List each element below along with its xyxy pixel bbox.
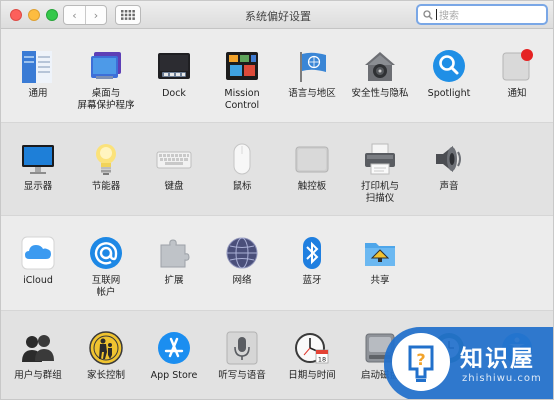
- title-bar: ‹ › 系统偏好设置 搜索: [1, 1, 553, 29]
- pane-label: 蓝牙: [302, 275, 322, 286]
- svg-text:18: 18: [318, 356, 326, 364]
- energy-saver-bulb-icon: [96, 144, 116, 175]
- pane-extensions[interactable]: 扩展: [140, 235, 208, 287]
- watermark-brand: 知识屋: [460, 346, 535, 372]
- date-time-clock-icon: 18: [295, 333, 329, 364]
- pane-parental-controls[interactable]: 家长控制: [72, 330, 140, 382]
- pane-trackpad[interactable]: 触控板: [278, 141, 346, 193]
- spotlight-magnifier-icon: [433, 50, 465, 82]
- pane-general[interactable]: 通用: [4, 48, 72, 100]
- pane-energy-saver[interactable]: 节能器: [72, 141, 140, 193]
- pane-label: 网络: [232, 275, 252, 286]
- pane-label: 通知: [507, 88, 527, 99]
- pane-mission-control[interactable]: Mission Control: [208, 48, 276, 112]
- pane-users-groups[interactable]: 用户与群组: [4, 330, 72, 382]
- pref-row-hardware: 显示器 节能器 键盘 鼠标 触控板 打印机与 扫描仪 声音: [1, 122, 553, 216]
- mission-control-icon: [226, 52, 258, 80]
- pane-label: Spotlight: [427, 88, 471, 99]
- pane-mouse[interactable]: 鼠标: [208, 141, 276, 193]
- pane-notifications[interactable]: 通知: [483, 48, 551, 100]
- pane-label: 鼠标: [232, 181, 252, 192]
- sharing-folder-icon: [365, 243, 395, 266]
- pane-keyboard[interactable]: 键盘: [140, 141, 208, 193]
- pane-label: 通用: [28, 88, 48, 99]
- users-groups-icon: [22, 335, 54, 362]
- pane-dictation-speech[interactable]: 听写与语音: [208, 330, 276, 382]
- pane-label: 互联网 帐户: [91, 275, 121, 298]
- lightbulb-question-icon: ?: [408, 345, 434, 382]
- language-flag-icon: [300, 52, 326, 82]
- pane-label: 安全性与隐私: [351, 88, 409, 99]
- parental-controls-icon: [89, 331, 123, 365]
- desktop-screensaver-icon: [91, 52, 121, 79]
- pane-label: 日期与时间: [288, 370, 336, 381]
- watermark-domain: zhishiwu.com: [462, 373, 542, 384]
- pref-row-personal: 通用 桌面与 屏幕保护程序 Dock Mission Control 语言与地区…: [1, 30, 553, 122]
- pane-label: 键盘: [164, 181, 184, 192]
- pane-security-privacy[interactable]: 安全性与隐私: [346, 48, 414, 100]
- pane-dock[interactable]: Dock: [140, 48, 208, 100]
- pane-printers-scanners[interactable]: 打印机与 扫描仪: [346, 141, 414, 205]
- mouse-icon: [233, 143, 251, 175]
- pane-label: 显示器: [23, 181, 53, 192]
- pane-label: 语言与地区: [288, 88, 336, 99]
- pane-sound[interactable]: 声音: [415, 141, 483, 193]
- pane-label: 听写与语音: [218, 370, 266, 381]
- pane-date-time[interactable]: 18 日期与时间: [278, 330, 346, 382]
- trackpad-icon: [295, 146, 329, 173]
- internet-accounts-at-icon: [90, 237, 122, 269]
- pane-label: App Store: [150, 370, 198, 381]
- pane-label: 节能器: [91, 181, 121, 192]
- system-preferences-window: ‹ › 系统偏好设置 搜索 通用 桌面与 屏幕保护程序 Dock Mission…: [0, 0, 554, 400]
- dock-icon: [158, 53, 190, 79]
- display-monitor-icon: [22, 145, 54, 174]
- pane-sharing[interactable]: 共享: [346, 235, 414, 287]
- pane-desktop-screensaver[interactable]: 桌面与 屏幕保护程序: [72, 48, 140, 112]
- pane-app-store[interactable]: App Store: [140, 330, 208, 382]
- pane-language-region[interactable]: 语言与地区: [278, 48, 346, 100]
- search-placeholder: 搜索: [439, 11, 459, 22]
- network-globe-icon: [226, 237, 258, 269]
- pane-label: 打印机与 扫描仪: [360, 181, 399, 204]
- pane-displays[interactable]: 显示器: [4, 141, 72, 193]
- pane-label: 声音: [439, 181, 459, 192]
- extensions-puzzle-icon: [160, 239, 190, 268]
- pane-spotlight[interactable]: Spotlight: [415, 48, 483, 100]
- pane-label: 桌面与 屏幕保护程序: [77, 88, 135, 111]
- icloud-icon: [21, 236, 55, 270]
- pane-label: 扩展: [164, 275, 184, 286]
- pane-label: Mission Control: [224, 88, 260, 111]
- pane-network[interactable]: 网络: [208, 235, 276, 287]
- app-store-icon: [158, 332, 190, 364]
- pane-icloud[interactable]: iCloud: [4, 235, 72, 287]
- search-icon: [423, 9, 433, 20]
- pane-label: 触控板: [297, 181, 327, 192]
- site-watermark: ? 知识屋 zhishiwu.com: [384, 327, 553, 399]
- general-file-icon: [22, 51, 52, 83]
- watermark-logo: ?: [392, 333, 450, 391]
- bluetooth-icon: [303, 237, 321, 269]
- notifications-icon: [502, 49, 533, 81]
- pane-label: 家长控制: [86, 370, 125, 381]
- pane-label: Dock: [162, 88, 186, 99]
- pane-label: iCloud: [23, 275, 53, 286]
- search-field[interactable]: 搜索: [416, 4, 548, 25]
- pref-row-internet: iCloud 互联网 帐户 扩展 网络 蓝牙 共享: [1, 216, 553, 310]
- text-caret: [436, 9, 437, 20]
- keyboard-icon: [156, 151, 192, 169]
- pane-label: 用户与群组: [14, 370, 62, 381]
- speaker-icon: [436, 146, 461, 172]
- security-house-icon: [365, 52, 395, 81]
- dictation-microphone-icon: [226, 331, 258, 365]
- pane-bluetooth[interactable]: 蓝牙: [278, 235, 346, 287]
- printer-icon: [365, 143, 395, 175]
- pane-label: 共享: [370, 275, 390, 286]
- svg-text:?: ?: [416, 350, 425, 369]
- pane-internet-accounts[interactable]: 互联网 帐户: [72, 235, 140, 299]
